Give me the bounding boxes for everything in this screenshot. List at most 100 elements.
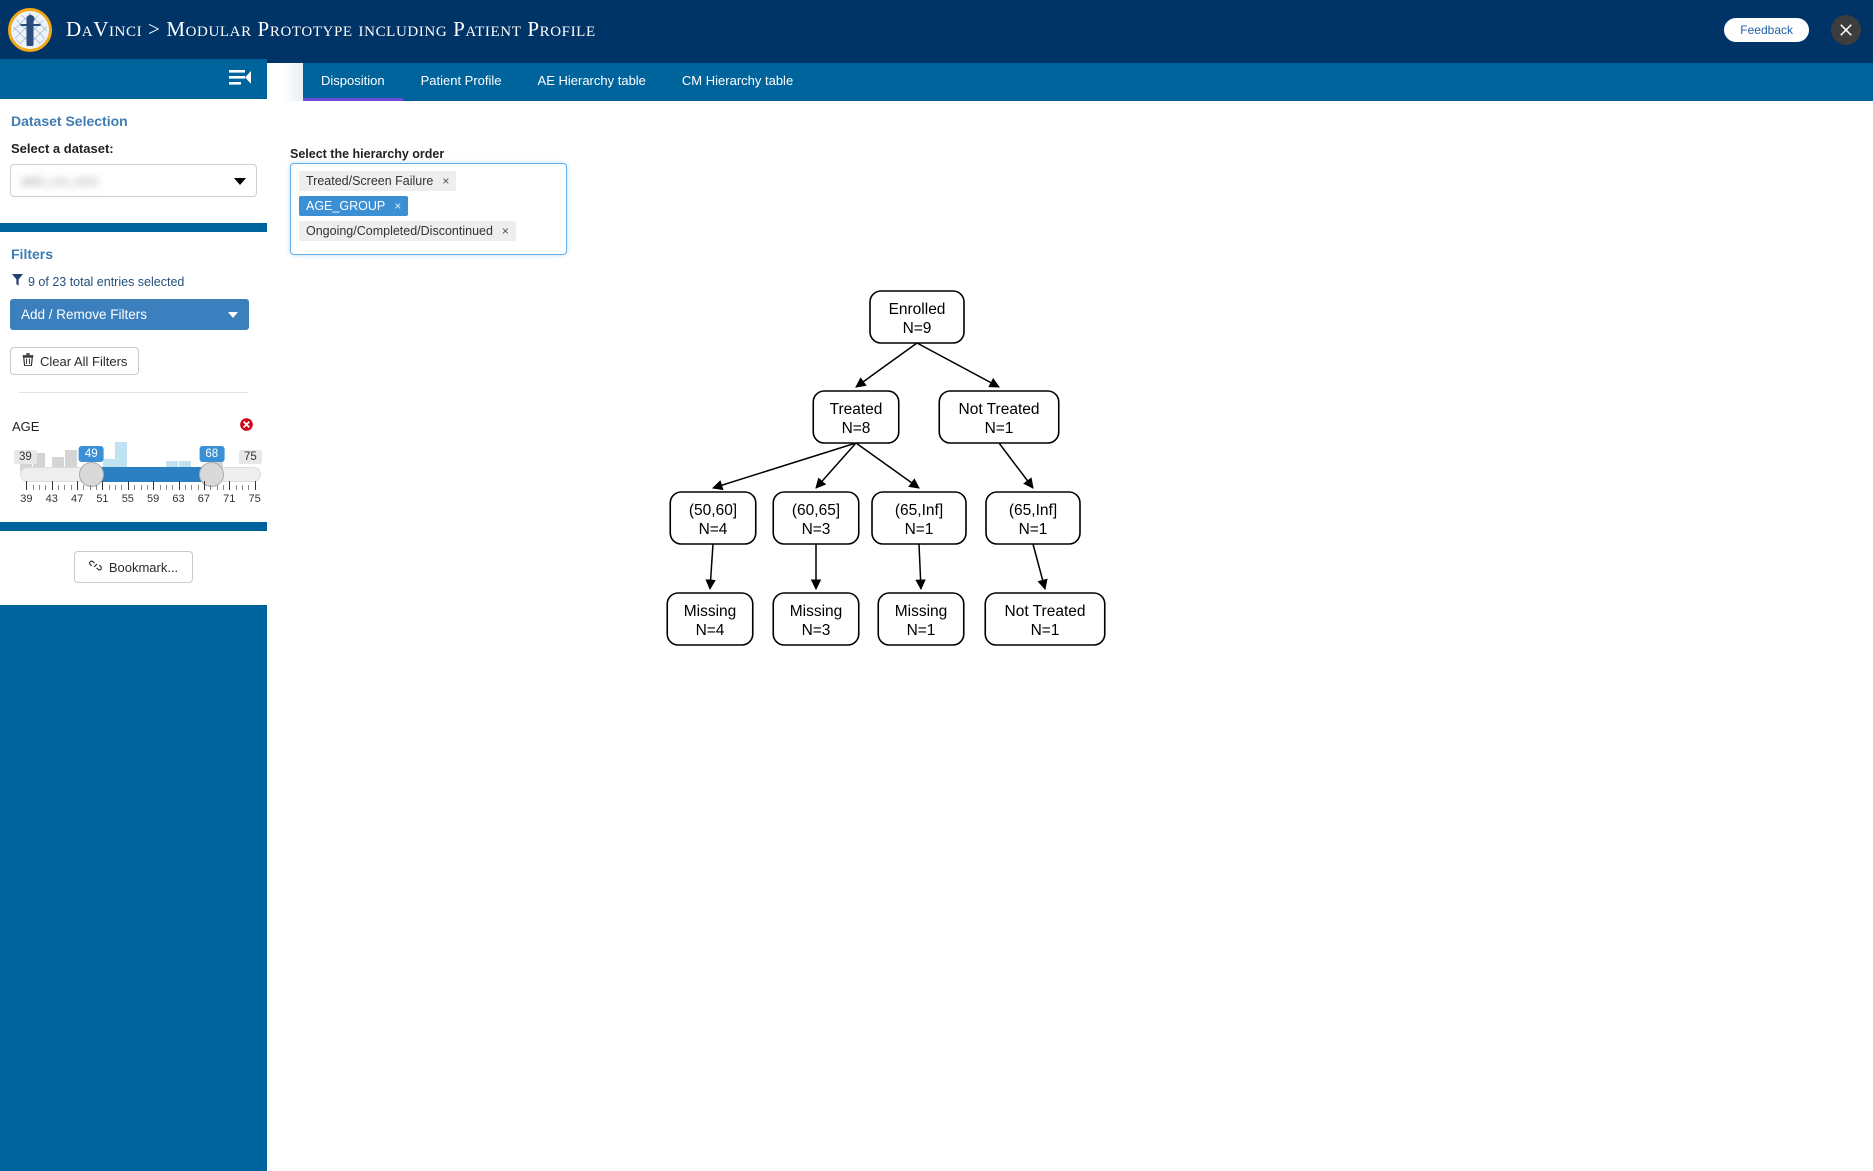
- dataset-selection-title: Dataset Selection: [11, 113, 257, 129]
- tree-node[interactable]: EnrolledN=9: [870, 291, 964, 343]
- tab-label: CM Hierarchy table: [682, 73, 793, 88]
- hierarchy-tag-label: Ongoing/Completed/Discontinued: [306, 224, 493, 238]
- bookmark-button[interactable]: Bookmark...: [74, 551, 193, 583]
- slider-tick: [223, 485, 224, 490]
- panel-divider: [0, 522, 267, 531]
- tab-ae-hierarchy-table[interactable]: AE Hierarchy table: [520, 59, 664, 101]
- tree-node-label: Missing: [895, 603, 948, 620]
- slider-tick: [172, 485, 173, 490]
- slider-tick: [52, 481, 53, 490]
- tree-node[interactable]: MissingN=4: [667, 593, 753, 645]
- slider-tick: [83, 485, 84, 490]
- tree-node[interactable]: MissingN=3: [773, 593, 859, 645]
- slider-tick: [102, 481, 103, 490]
- tree-node-label: (65,Inf]: [895, 502, 943, 519]
- slider-tick: [147, 485, 148, 490]
- hierarchy-tag-label: Treated/Screen Failure: [306, 174, 433, 188]
- hierarchy-tag[interactable]: AGE_GROUP ×: [299, 196, 408, 216]
- tab-disposition[interactable]: Disposition: [303, 59, 403, 101]
- tree-node[interactable]: (60,65]N=3: [773, 492, 859, 544]
- hierarchy-tag-label: AGE_GROUP: [306, 199, 385, 213]
- slider-tick: [160, 485, 161, 490]
- close-icon[interactable]: [1831, 15, 1861, 45]
- hierarchy-tag-remove-icon[interactable]: ×: [394, 199, 401, 213]
- slider-ticks: [20, 481, 261, 490]
- slider-tick: [109, 485, 110, 490]
- clear-all-filters-label: Clear All Filters: [40, 354, 127, 369]
- add-remove-filters-button[interactable]: Add / Remove Filters: [10, 299, 249, 330]
- slider-tick: [39, 485, 40, 490]
- hierarchy-tag-remove-icon[interactable]: ×: [442, 174, 449, 188]
- tree-node-count: N=1: [1031, 622, 1060, 639]
- hierarchy-tag[interactable]: Ongoing/Completed/Discontinued ×: [299, 221, 516, 241]
- trash-icon: [22, 353, 34, 369]
- tab-label: Disposition: [321, 73, 385, 88]
- tree-node-label: (60,65]: [792, 502, 840, 519]
- tab-patient-profile[interactable]: Patient Profile: [403, 59, 520, 101]
- tree-node[interactable]: MissingN=1: [878, 593, 964, 645]
- tree-node[interactable]: Not TreatedN=1: [939, 391, 1059, 443]
- tree-edge: [713, 443, 856, 488]
- collapse-sidebar-icon[interactable]: [229, 69, 251, 87]
- tree-node-count: N=8: [842, 420, 871, 437]
- slider-tick: [58, 485, 59, 490]
- remove-filter-icon[interactable]: [240, 418, 253, 431]
- tree-edge: [1033, 544, 1045, 589]
- tree-edge: [856, 443, 919, 488]
- slider-tick: [153, 481, 154, 490]
- dataset-selection-panel: Dataset Selection Select a dataset: adsl…: [0, 99, 267, 223]
- tree-node-label: Not Treated: [1005, 603, 1086, 620]
- tree-edge: [919, 544, 921, 589]
- disposition-tree: EnrolledN=9 TreatedN=8 Not Treated N=1 (50,6…: [267, 261, 1873, 681]
- tree-node[interactable]: (50,60]N=4: [670, 492, 756, 544]
- slider-tick: [248, 485, 249, 490]
- hierarchy-tag-remove-icon[interactable]: ×: [502, 224, 509, 238]
- tree-node[interactable]: (65,Inf] N=1: [872, 492, 966, 544]
- tree-node-count: N=1: [905, 521, 934, 538]
- tab-bar: Disposition Patient Profile AE Hierarchy t…: [267, 59, 1873, 101]
- hierarchy-order-input[interactable]: Treated/Screen Failure×AGE_GROUP×Ongoing…: [290, 163, 567, 255]
- tab-label: AE Hierarchy table: [538, 73, 646, 88]
- slider-tick: [26, 481, 27, 490]
- slider-track-active: [91, 467, 212, 482]
- slider-tick-label: 67: [198, 493, 210, 505]
- tree-node-label: Enrolled: [889, 301, 946, 318]
- chevron-down-icon: [234, 178, 246, 185]
- dataset-select[interactable]: adsl_xxx_xxxx: [10, 164, 257, 197]
- slider-tick: [115, 485, 116, 490]
- slider-tick: [204, 481, 205, 490]
- age-range-slider[interactable]: 49 68 39 75 39434751555963677175: [12, 440, 253, 508]
- tree-node[interactable]: (65,Inf]N=1: [986, 492, 1080, 544]
- slider-tick: [185, 485, 186, 490]
- slider-track[interactable]: 49 68: [20, 467, 261, 482]
- dataset-selected-value: adsl_xxx_xxxx: [21, 174, 98, 188]
- sidebar-toolbar: [0, 59, 267, 99]
- tree-node-count: N=3: [802, 622, 831, 639]
- tree-node-label: (65,Inf]: [1009, 502, 1057, 519]
- tree-edge: [917, 343, 999, 387]
- slider-tick: [96, 485, 97, 490]
- clear-all-filters-button[interactable]: Clear All Filters: [10, 347, 139, 375]
- tab-cm-hierarchy-table[interactable]: CM Hierarchy table: [664, 59, 811, 101]
- slider-tick-label: 55: [122, 493, 134, 505]
- funnel-icon: [12, 274, 23, 289]
- bookmark-panel: Bookmark...: [0, 531, 267, 605]
- tree-edge: [999, 443, 1033, 488]
- link-icon: [89, 559, 102, 575]
- tab-label: Patient Profile: [421, 73, 502, 88]
- slider-tick-label: 59: [147, 493, 159, 505]
- hierarchy-tag[interactable]: Treated/Screen Failure ×: [299, 171, 456, 191]
- slider-tick: [166, 485, 167, 490]
- slider-tick: [134, 485, 135, 490]
- tree-node[interactable]: TreatedN=8: [813, 391, 899, 443]
- slider-tick-labels: 39434751555963677175: [20, 493, 261, 508]
- slider-tick: [217, 485, 218, 490]
- slider-tick: [179, 481, 180, 490]
- slider-tick-label: 75: [249, 493, 261, 505]
- divider: [19, 392, 248, 393]
- feedback-button[interactable]: Feedback: [1724, 18, 1809, 42]
- slider-tick-label: 43: [46, 493, 58, 505]
- filters-title: Filters: [11, 246, 257, 262]
- tree-node[interactable]: Not Treated N=1: [985, 593, 1105, 645]
- slider-handle-high-value: 68: [199, 446, 224, 462]
